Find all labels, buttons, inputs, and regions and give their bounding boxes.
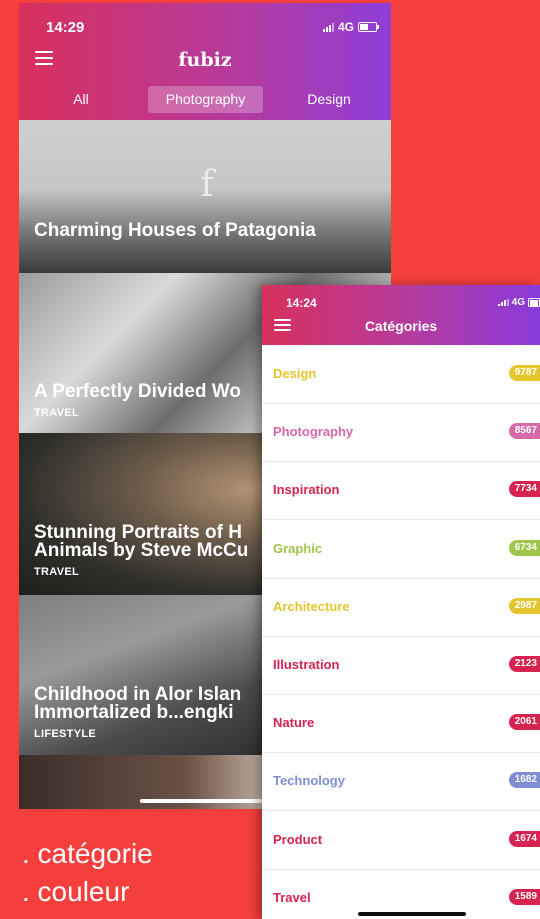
tab-design[interactable]: Design [294, 86, 364, 113]
category-row-architecture[interactable]: Architecture 2987 [262, 578, 540, 637]
caption-line: . catégorie [22, 838, 153, 869]
category-row-photography[interactable]: Photography 8567 [262, 403, 540, 462]
article-title-line2: Animals by Steve McCu [34, 540, 249, 561]
battery-icon [358, 22, 379, 32]
categories-screen: 14:24 4G Catégories Design 9787 Photograph… [262, 285, 540, 919]
feed-header: 14:29 4G fubiz All Photography Design [19, 3, 391, 120]
app-logo: fubiz [178, 49, 232, 71]
signal-icon [322, 22, 334, 32]
network-label: 4G [337, 20, 354, 34]
category-label: Design [273, 366, 317, 381]
battery-icon [528, 298, 540, 307]
category-label: Product [273, 832, 323, 847]
category-count-badge: 7734 [508, 481, 540, 497]
article-title: Charming Houses of Patagonia [34, 220, 316, 241]
category-count-badge: 6734 [508, 540, 540, 556]
fubiz-f-icon: f [200, 164, 214, 205]
category-count-badge: 1589 [508, 889, 540, 905]
tab-photography[interactable]: Photography [148, 86, 263, 113]
article-category: TRAVEL [34, 566, 79, 578]
article-title: A Perfectly Divided Wo [34, 381, 241, 402]
category-count-badge: 2123 [508, 656, 540, 672]
category-label: Photography [273, 424, 354, 439]
network-label: 4G [511, 297, 525, 308]
status-indicators: 4G [497, 297, 540, 308]
tab-all[interactable]: All [59, 86, 103, 113]
category-label: Travel [273, 890, 311, 905]
category-count-badge: 2987 [508, 598, 540, 614]
category-label: Graphic [273, 541, 323, 556]
category-row-graphic[interactable]: Graphic 6734 [262, 520, 540, 579]
article-category: LIFESTYLE [34, 728, 96, 740]
home-indicator [140, 799, 270, 803]
category-count-badge: 1674 [508, 831, 540, 847]
category-row-illustration[interactable]: Illustration 2123 [262, 636, 540, 695]
signal-icon [497, 299, 509, 306]
article-category: TRAVEL [34, 407, 79, 419]
category-count-badge: 8567 [508, 423, 540, 439]
category-label: Nature [273, 715, 315, 730]
article-title-line2: Immortalized b...engki [34, 702, 234, 723]
category-label: Technology [273, 773, 345, 788]
category-tabs: All Photography Design [19, 86, 391, 114]
category-row-inspiration[interactable]: Inspiration 7734 [262, 461, 540, 520]
category-count-badge: 2061 [508, 714, 540, 730]
article-card[interactable]: f Charming Houses of Patagonia [19, 120, 391, 273]
caption-line: . couleur [22, 876, 130, 907]
category-count-badge: 9787 [508, 365, 540, 381]
category-label: Inspiration [273, 482, 340, 497]
status-time: 14:24 [286, 296, 317, 310]
category-row-technology[interactable]: Technology 1682 [262, 752, 540, 811]
category-row-design[interactable]: Design 9787 [262, 345, 540, 404]
category-row-nature[interactable]: Nature 2061 [262, 694, 540, 753]
category-row-product[interactable]: Product 1674 [262, 811, 540, 870]
categories-header: 14:24 4G Catégories [262, 285, 540, 345]
page-title: Catégories [364, 318, 438, 334]
home-indicator [358, 912, 466, 916]
category-label: Architecture [273, 599, 350, 614]
status-indicators: 4G [322, 20, 379, 34]
category-count-badge: 1682 [508, 772, 540, 788]
category-label: Illustration [273, 657, 340, 672]
status-time: 14:29 [46, 19, 85, 36]
